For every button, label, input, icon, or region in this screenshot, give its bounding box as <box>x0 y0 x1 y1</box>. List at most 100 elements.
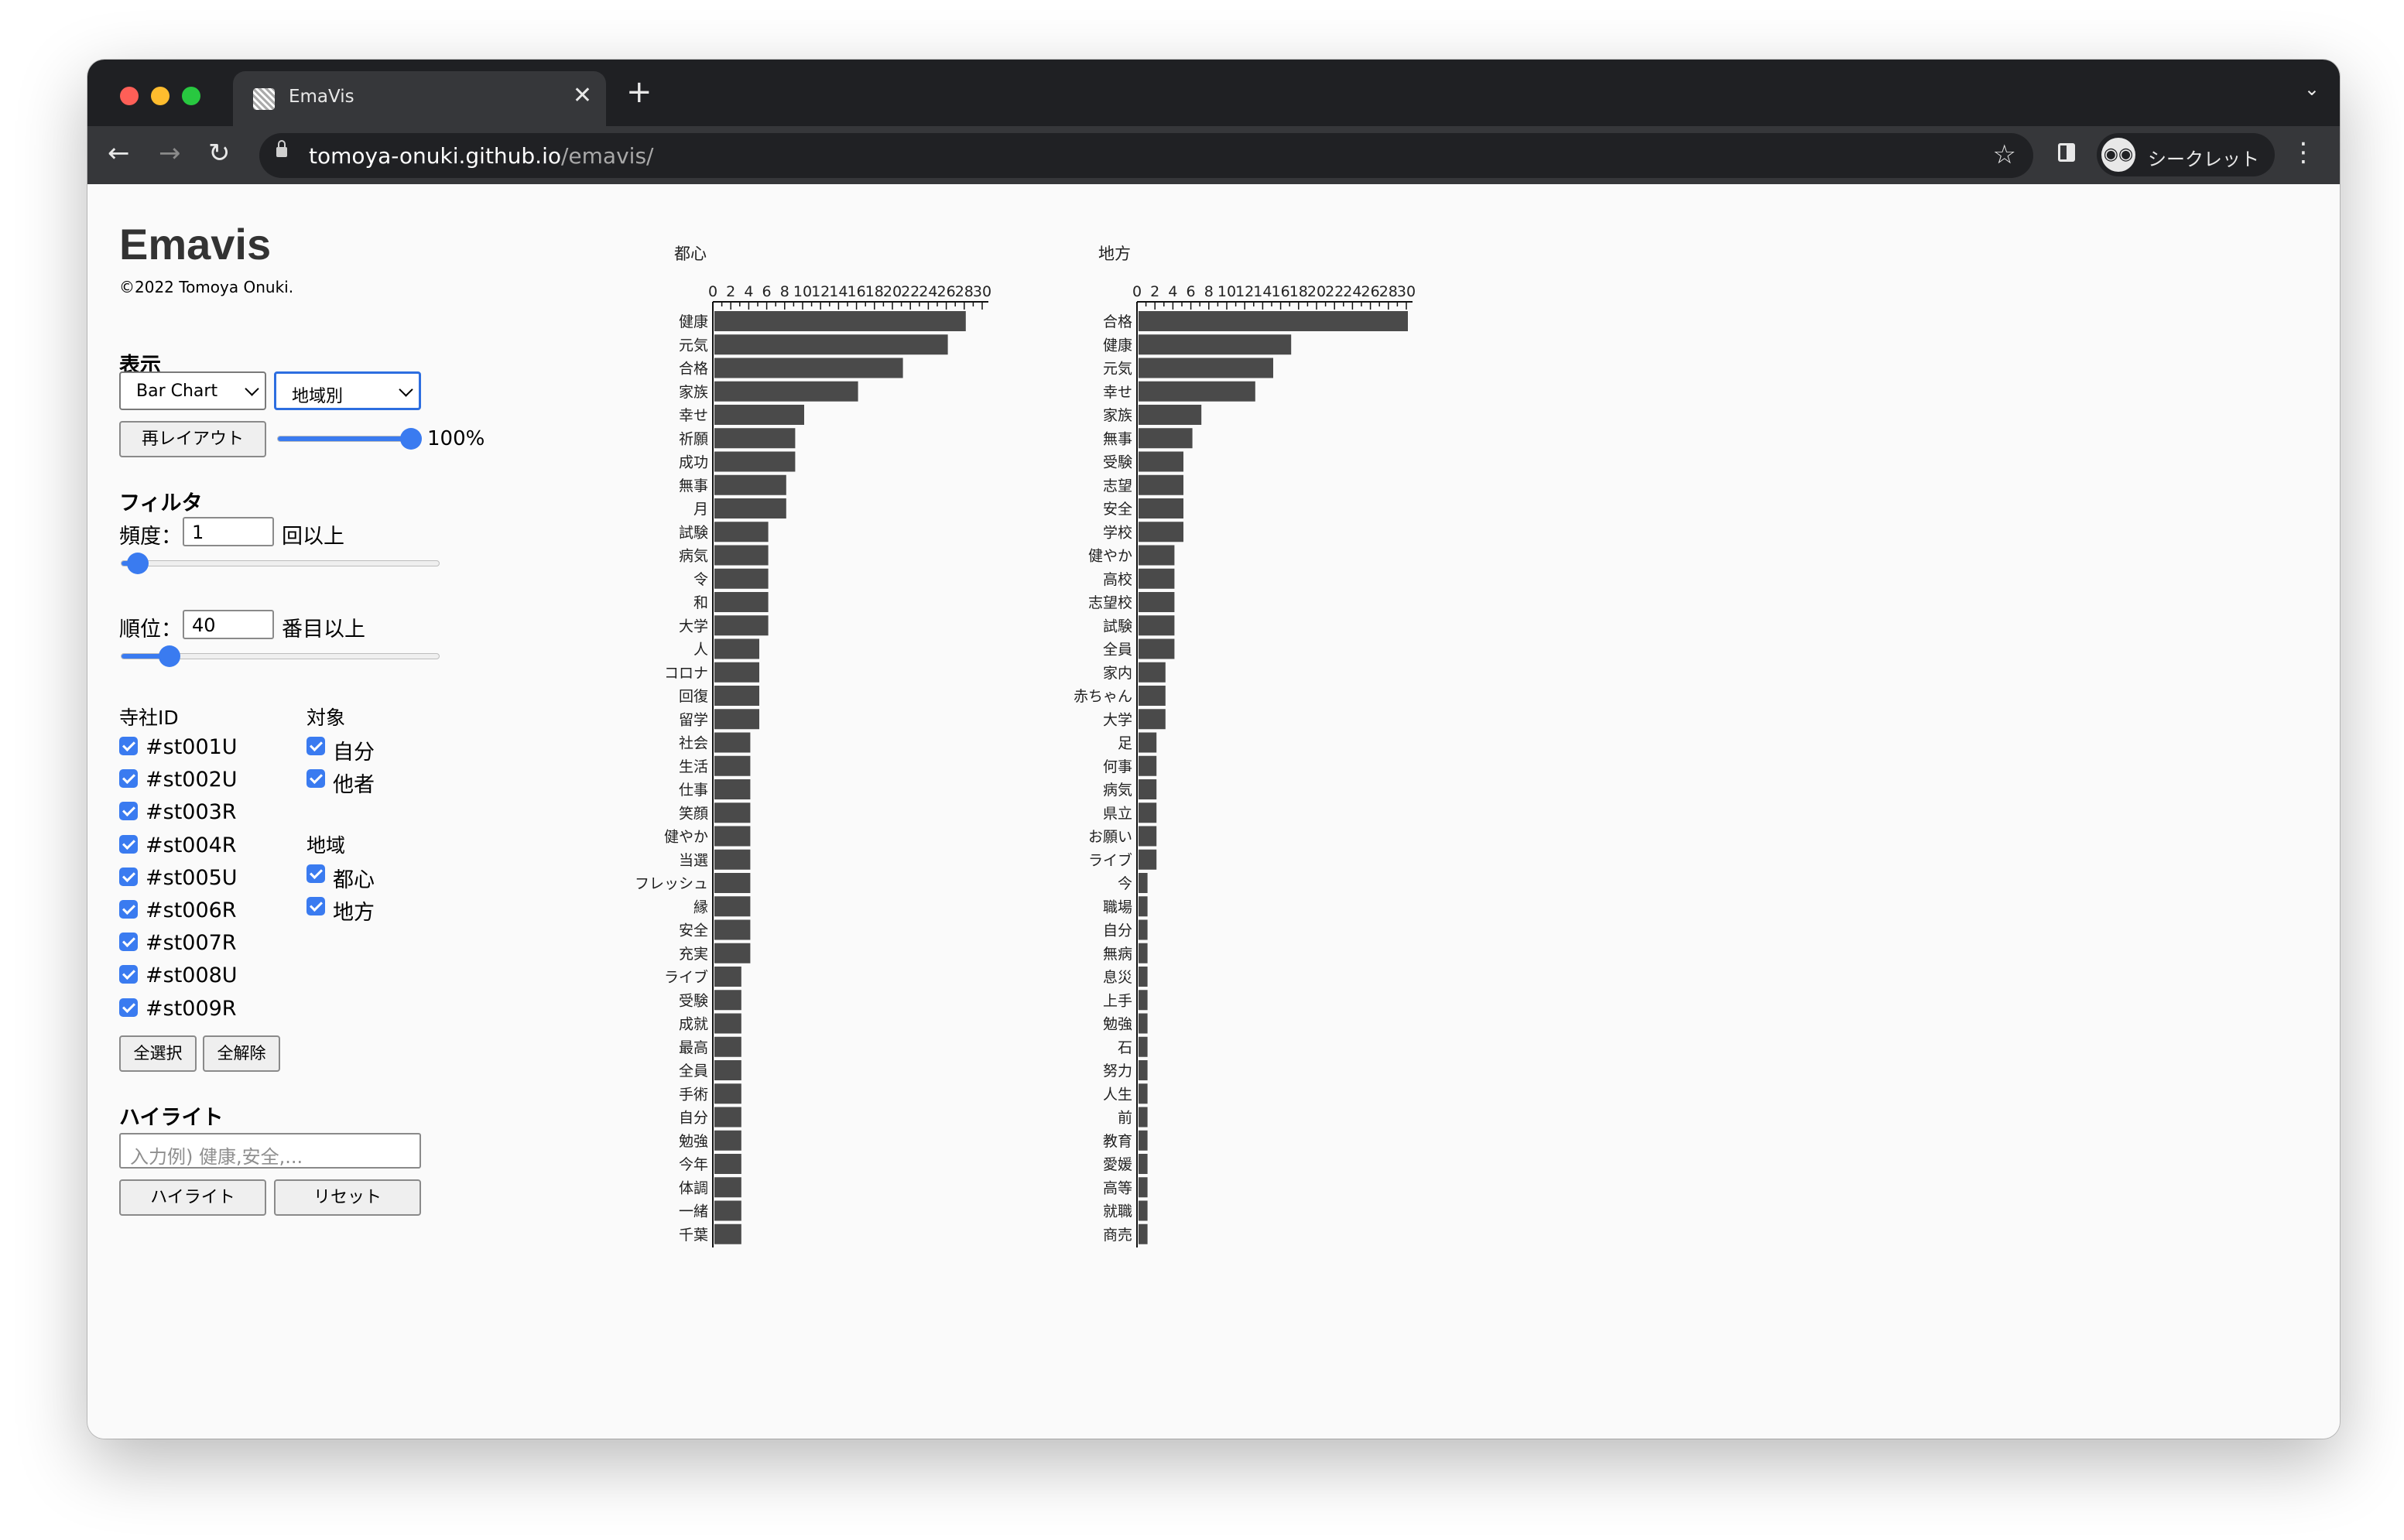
new-tab-icon[interactable]: + <box>626 77 652 108</box>
back-icon[interactable]: ← <box>108 140 130 166</box>
page-content: Emavis ©2022 Tomoya Onuki. 表示 Bar Chart … <box>87 184 2340 1439</box>
zoom-slider[interactable] <box>277 428 422 450</box>
minimize-window-button[interactable] <box>151 87 170 105</box>
tab-search-icon[interactable]: ⌄ <box>2304 78 2320 100</box>
x-tick-label: 0 <box>708 283 717 300</box>
checkbox-checked-icon[interactable] <box>306 737 325 755</box>
x-tick-label: 30 <box>1397 283 1416 300</box>
category-label: 当選 <box>679 852 708 869</box>
shrine-id-label: #st004R <box>146 833 237 857</box>
bar <box>714 615 769 636</box>
checkbox-checked-icon[interactable] <box>119 834 138 854</box>
category-label: 合格 <box>1103 313 1132 330</box>
lock-icon[interactable] <box>276 140 287 157</box>
frequency-slider-thumb[interactable] <box>126 553 149 574</box>
highlight-input[interactable]: 入力例) 健康,安全,... <box>119 1133 421 1169</box>
bar <box>1139 943 1148 963</box>
frequency-label: 頻度： <box>119 525 182 549</box>
select-all-button[interactable]: 全選択 <box>119 1035 197 1072</box>
bar <box>714 1223 741 1244</box>
category-label: 何事 <box>1103 758 1132 775</box>
checkbox-checked-icon[interactable] <box>119 769 138 789</box>
checkbox-checked-icon[interactable] <box>119 965 138 984</box>
bar <box>1139 592 1175 612</box>
category-label: 合格 <box>679 361 708 378</box>
category-label: 赤ちゃん <box>1074 688 1132 705</box>
browser-menu-icon[interactable]: ⋮ <box>2290 137 2317 168</box>
bar <box>714 1177 741 1198</box>
rank-input[interactable]: 40 <box>183 610 274 639</box>
checkbox-checked-icon[interactable] <box>306 864 325 883</box>
x-tick-label: 30 <box>973 283 991 300</box>
bar <box>714 381 858 402</box>
category-label: 無事 <box>1103 430 1132 447</box>
close-window-button[interactable] <box>120 87 139 105</box>
browser-tab[interactable]: EmaVis ✕ <box>233 71 606 126</box>
group-select[interactable]: 地域別 <box>274 371 421 410</box>
maximize-window-button[interactable] <box>182 87 200 105</box>
rank-slider-thumb[interactable] <box>158 645 180 667</box>
rank-label: 順位： <box>119 618 182 642</box>
frequency-input[interactable]: 1 <box>183 517 274 546</box>
checkbox-checked-icon[interactable] <box>119 867 138 886</box>
bar <box>714 522 769 542</box>
target-heading: 対象 <box>306 707 346 729</box>
shrine-id-label: #st002U <box>146 768 238 792</box>
x-tick-label: 10 <box>1217 283 1236 300</box>
region-heading: 地域 <box>306 834 346 857</box>
url-text[interactable]: tomoya-onuki.github.io/emavis/ <box>309 143 653 169</box>
category-label: フレッシュ <box>635 875 708 892</box>
chevron-down-icon <box>245 382 259 396</box>
category-label: 千葉 <box>679 1227 708 1244</box>
bar <box>714 1083 741 1104</box>
clear-all-button[interactable]: 全解除 <box>203 1035 280 1072</box>
reset-button[interactable]: リセット <box>274 1179 421 1216</box>
forward-icon[interactable]: → <box>159 140 181 166</box>
checkbox-checked-icon[interactable] <box>119 900 138 919</box>
bookmark-star-icon[interactable]: ☆ <box>1993 139 2016 170</box>
rural-bar-chart: 地方0 2 4 6 8 10 12 14 16 18 20 22 24 26 28 30合格健康元気幸せ家族無… <box>1074 245 1416 1247</box>
bar <box>714 732 751 753</box>
category-label: 健康 <box>1103 337 1132 354</box>
highlight-button[interactable]: ハイライト <box>119 1179 266 1216</box>
bar <box>1139 568 1175 589</box>
chart-type-select[interactable]: Bar Chart <box>119 371 266 410</box>
bar <box>1139 686 1166 706</box>
chart-title: 地方 <box>1098 245 1131 263</box>
frequency-slider[interactable] <box>121 553 440 574</box>
reload-icon[interactable]: ↻ <box>208 140 231 166</box>
close-tab-icon[interactable]: ✕ <box>573 82 592 109</box>
bar <box>714 873 751 893</box>
zoom-slider-thumb[interactable] <box>400 428 422 450</box>
bar <box>714 1130 741 1151</box>
bar <box>1139 381 1255 402</box>
category-label: 月 <box>693 501 708 518</box>
filter-heading: フィルタ <box>119 491 203 515</box>
bar <box>1139 545 1175 566</box>
relayout-button[interactable]: 再レイアウト <box>119 421 266 457</box>
bar <box>714 1036 741 1057</box>
checkbox-checked-icon[interactable] <box>306 897 325 916</box>
bar <box>1139 1223 1148 1244</box>
checkbox-checked-icon[interactable] <box>119 802 138 821</box>
checkbox-checked-icon[interactable] <box>119 737 138 755</box>
bar <box>714 967 741 987</box>
incognito-badge[interactable]: ◉◉ シークレット <box>2097 133 2275 176</box>
bar <box>714 896 751 917</box>
bar <box>1139 1036 1148 1057</box>
checkbox-checked-icon[interactable] <box>119 998 138 1017</box>
checkbox-checked-icon[interactable] <box>306 769 325 789</box>
rank-slider[interactable] <box>121 645 440 667</box>
category-label: 勉強 <box>679 1133 708 1150</box>
bar <box>1139 1013 1148 1034</box>
address-bar[interactable]: tomoya-onuki.github.io/emavis/ ☆ <box>259 133 2033 178</box>
side-panel-icon[interactable] <box>2058 143 2075 162</box>
bar <box>714 1154 741 1174</box>
shrine-id-label: #st003R <box>146 800 237 825</box>
category-label: 生活 <box>679 758 708 775</box>
category-label: 縁 <box>693 898 708 915</box>
checkbox-checked-icon[interactable] <box>119 933 138 952</box>
shrine-id-label: #st007R <box>146 931 237 956</box>
x-tick-label: 4 <box>744 283 753 300</box>
bar <box>714 803 751 823</box>
